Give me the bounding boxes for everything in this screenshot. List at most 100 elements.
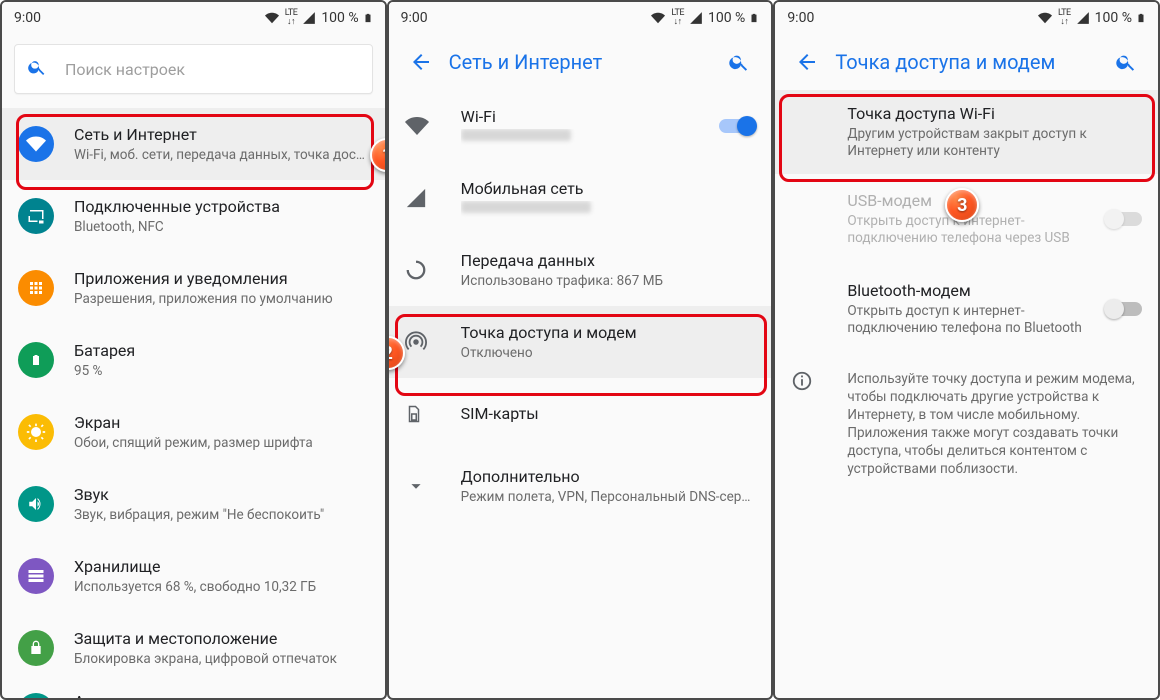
screenshot-network-internet: 9:00 LTE↓↑ 100 % Сеть и Интернет Wi-Fi	[387, 0, 774, 700]
item-title: Точка доступа Wi-Fi	[847, 104, 1142, 124]
status-bar: 9:00 LTE↓↑ 100 %	[2, 2, 385, 34]
search-icon	[27, 57, 47, 81]
wifi-switch[interactable]	[719, 119, 755, 133]
item-title: Мобильная сеть	[461, 179, 756, 199]
item-title: Точка доступа и модем	[461, 323, 756, 343]
bluetooth-switch[interactable]	[1106, 302, 1142, 316]
item-title: Подключенные устройства	[74, 197, 369, 217]
settings-search[interactable]: Поиск настроек	[14, 44, 373, 94]
info-icon	[791, 370, 847, 478]
item-subtitle: Звук, вибрация, режим "Не беспокоить"	[74, 507, 369, 524]
wifi-icon	[405, 114, 461, 138]
hotspot-icon	[405, 331, 461, 353]
search-button[interactable]	[715, 38, 763, 86]
sound-icon	[18, 486, 54, 522]
item-subtitle	[461, 201, 756, 218]
lte-icon: LTE↓↑	[671, 9, 684, 27]
app-bar: Сеть и Интернет	[389, 34, 772, 90]
item-battery[interactable]: Батарея 95 %	[2, 324, 385, 396]
item-accounts[interactable]: Аккаунты	[2, 684, 385, 700]
wifi-icon	[1036, 11, 1054, 25]
back-button[interactable]	[397, 38, 445, 86]
signal-icon	[405, 187, 461, 209]
screenshot-settings-main: 9:00 LTE↓↑ 100 % Поиск настроек Сеть и И…	[0, 0, 387, 700]
battery-icon	[363, 10, 373, 26]
item-title: Bluetooth-модем	[847, 281, 1098, 301]
item-sim-cards[interactable]: SIM-карты	[389, 378, 772, 450]
lte-icon: LTE↓↑	[285, 9, 298, 27]
app-bar: Точка доступа и модем	[775, 34, 1158, 90]
info-body: Используйте точку доступа и режим модема…	[847, 370, 1142, 478]
storage-icon	[18, 558, 54, 594]
item-subtitle: Открыть доступ к интернет-подключению те…	[847, 303, 1098, 337]
status-time: 9:00	[14, 10, 263, 26]
item-title: Передача данных	[461, 251, 756, 271]
item-connected-devices[interactable]: Подключенные устройства Bluetooth, NFC	[2, 180, 385, 252]
wifi-icon	[263, 11, 281, 25]
item-subtitle: Обои, спящий режим, размер шрифта	[74, 435, 369, 452]
back-button[interactable]	[783, 38, 831, 86]
status-bar: 9:00 LTE↓↑ 100 %	[389, 2, 772, 34]
item-title: Хранилище	[74, 557, 369, 577]
brightness-icon	[18, 414, 54, 450]
item-storage[interactable]: Хранилище Используется 68 %, свободно 10…	[2, 540, 385, 612]
item-title: Дополнительно	[461, 467, 756, 487]
item-subtitle: Отключено	[461, 345, 756, 362]
page-title: Сеть и Интернет	[445, 50, 716, 74]
screenshot-hotspot-tethering: 9:00 LTE↓↑ 100 % Точка доступа и модем Т…	[773, 0, 1160, 700]
signal-icon	[688, 11, 704, 25]
item-wifi[interactable]: Wi-Fi	[389, 90, 772, 162]
item-display[interactable]: Экран Обои, спящий режим, размер шрифта	[2, 396, 385, 468]
item-subtitle: Используется 68 %, свободно 10,32 ГБ	[74, 579, 369, 596]
item-title: Защита и местоположение	[74, 629, 369, 649]
battery-icon	[1136, 10, 1146, 26]
item-apps-notifications[interactable]: Приложения и уведомления Разрешения, при…	[2, 252, 385, 324]
wifi-icon	[18, 126, 54, 162]
item-subtitle: Другим устройствам закрыт доступ к Интер…	[847, 126, 1142, 160]
battery-text: 100 %	[1095, 10, 1132, 26]
search-placeholder: Поиск настроек	[65, 60, 185, 79]
item-subtitle: Bluetooth, NFC	[74, 219, 369, 236]
item-subtitle: Блокировка экрана, цифровой отпечаток	[74, 651, 369, 668]
signal-icon	[301, 11, 317, 25]
data-usage-icon	[405, 259, 461, 281]
lte-icon: LTE↓↑	[1058, 9, 1071, 27]
item-title: Приложения и уведомления	[74, 269, 369, 289]
battery-icon	[749, 10, 759, 26]
item-title: Аккаунты	[74, 692, 369, 700]
battery-text: 100 %	[708, 10, 745, 26]
item-title: Батарея	[74, 341, 369, 361]
item-data-usage[interactable]: Передача данных Использовано трафика: 86…	[389, 234, 772, 306]
item-title: Wi-Fi	[461, 107, 712, 127]
item-title: Экран	[74, 413, 369, 433]
item-security-location[interactable]: Защита и местоположение Блокировка экран…	[2, 612, 385, 684]
item-title: SIM-карты	[461, 404, 756, 424]
lock-icon	[18, 630, 54, 666]
item-title: Звук	[74, 485, 369, 505]
item-hotspot-tethering[interactable]: Точка доступа и модем Отключено	[389, 306, 772, 378]
item-sound[interactable]: Звук Звук, вибрация, режим "Не беспокоит…	[2, 468, 385, 540]
wifi-icon	[649, 11, 667, 25]
item-mobile-network[interactable]: Мобильная сеть	[389, 162, 772, 234]
item-bluetooth-tethering[interactable]: Bluetooth-модем Открыть доступ к интерне…	[775, 264, 1158, 354]
apps-icon	[18, 270, 54, 306]
item-subtitle: 95 %	[74, 363, 369, 380]
item-wifi-hotspot[interactable]: Точка доступа Wi-Fi Другим устройствам з…	[775, 90, 1158, 174]
item-advanced[interactable]: Дополнительно Режим полета, VPN, Персона…	[389, 450, 772, 522]
usb-switch	[1106, 212, 1142, 226]
info-text: Используйте точку доступа и режим модема…	[775, 354, 1158, 490]
person-icon	[18, 693, 54, 700]
item-subtitle: Разрешения, приложения по умолчанию	[74, 291, 369, 308]
devices-icon	[18, 198, 54, 234]
chevron-down-icon	[405, 475, 461, 497]
item-network-internet[interactable]: Сеть и Интернет Wi-Fi, моб. сети, переда…	[2, 108, 385, 180]
status-bar: 9:00 LTE↓↑ 100 %	[775, 2, 1158, 34]
item-subtitle: Режим полета, VPN, Персональный DNS-серв…	[461, 489, 756, 506]
page-title: Точка доступа и модем	[831, 50, 1102, 74]
item-title: Сеть и Интернет	[74, 125, 369, 145]
item-subtitle: Использовано трафика: 867 МБ	[461, 273, 756, 290]
battery-icon	[18, 342, 54, 378]
status-time: 9:00	[401, 10, 650, 26]
item-subtitle	[461, 129, 712, 146]
search-button[interactable]	[1102, 38, 1150, 86]
